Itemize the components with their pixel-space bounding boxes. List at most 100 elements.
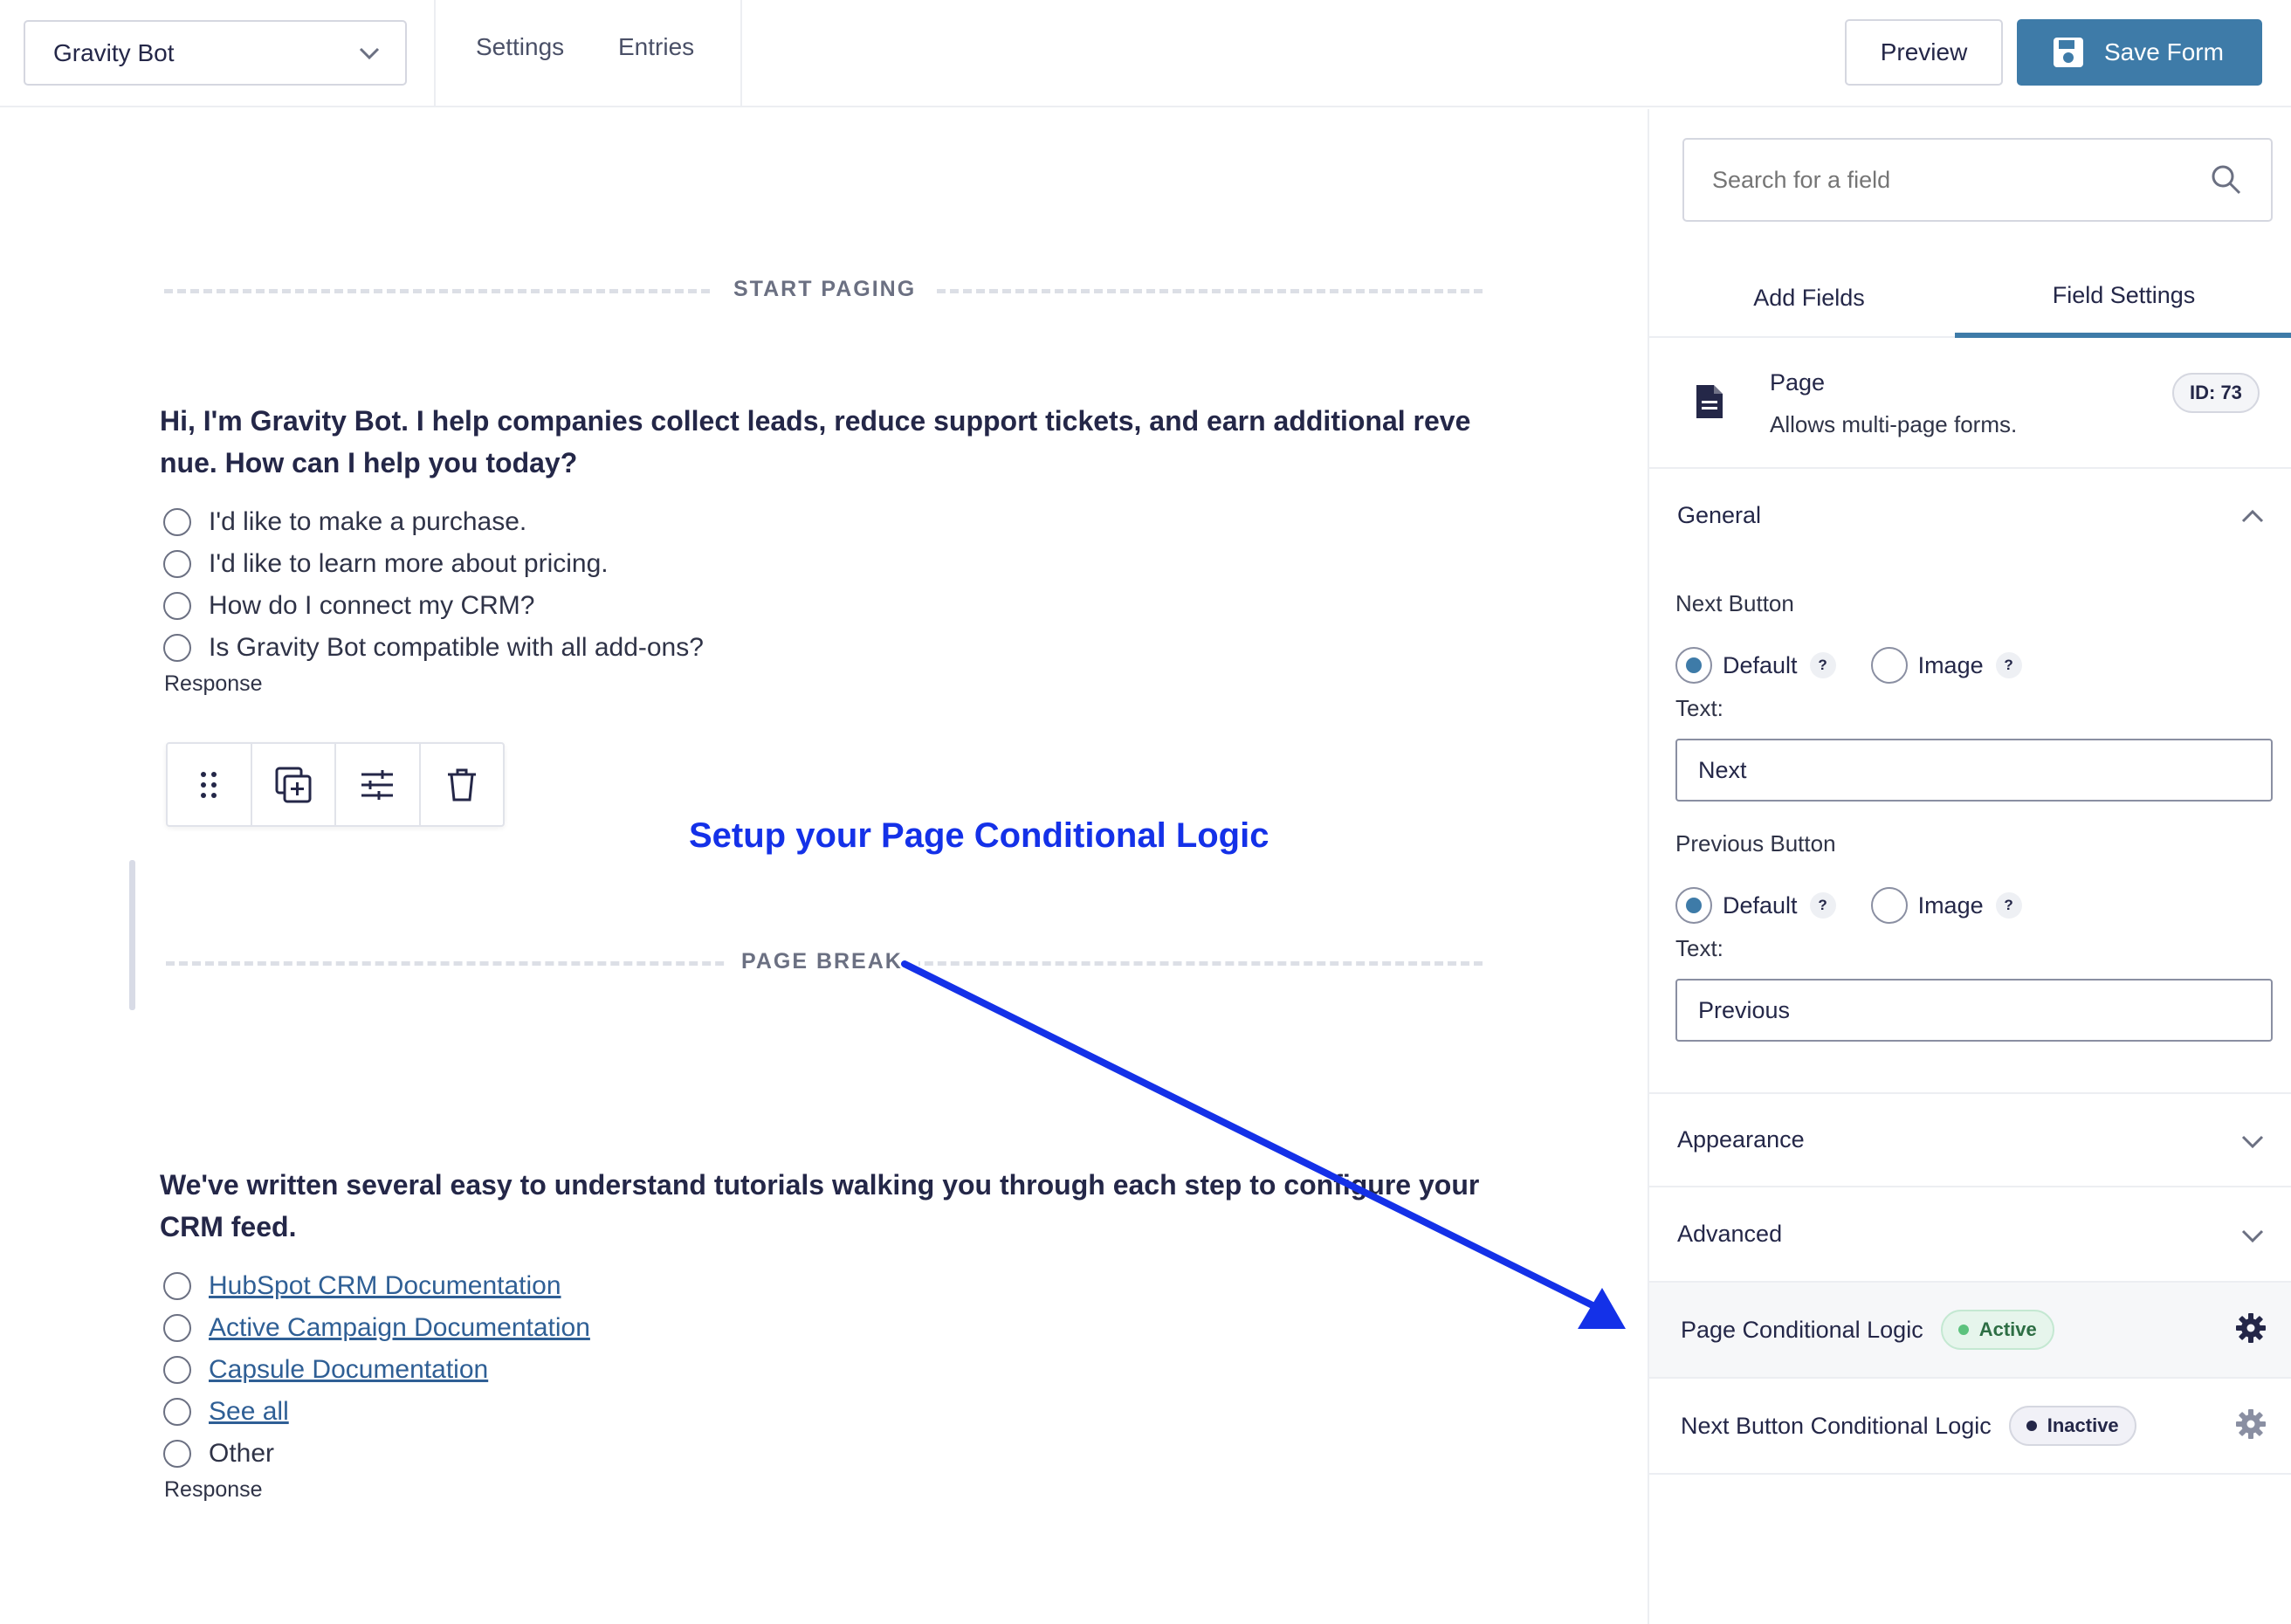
chevron-down-icon[interactable] — [2240, 1227, 2265, 1244]
form-canvas: START PAGING Hi, I'm Gravity Bot. I help… — [0, 109, 1648, 1624]
sliders-icon — [361, 769, 394, 800]
next-button-conditional-logic-row[interactable]: Next Button Conditional Logic Inactive — [1649, 1379, 2291, 1473]
annotation-text: Setup your Page Conditional Logic — [689, 816, 1269, 855]
field-header: Page Allows multi-page forms. ID: 73 — [1649, 338, 2291, 469]
choice-item[interactable]: Active Campaign Documentation — [163, 1313, 590, 1343]
status-badge-active: Active — [1940, 1310, 2054, 1350]
radio-previous-default[interactable] — [1675, 887, 1712, 924]
previous-button-text-input[interactable] — [1675, 979, 2273, 1042]
choice-item[interactable]: See all — [163, 1397, 289, 1427]
field-settings-panel: Add Fields Field Settings Page Allows mu… — [1648, 109, 2291, 1624]
choice-item[interactable]: Other — [163, 1439, 274, 1469]
status-dot — [1957, 1325, 1969, 1335]
save-form-button[interactable]: Save Form — [2017, 19, 2262, 86]
selected-field-indicator — [129, 860, 135, 1010]
form-selector[interactable]: Gravity Bot — [24, 20, 407, 86]
choice-item[interactable]: HubSpot CRM Documentation — [163, 1271, 561, 1301]
field-sublabel: Response — [164, 671, 263, 696]
status-text: Inactive — [2047, 1414, 2119, 1436]
option-label: Image — [1917, 891, 1984, 919]
next-button-options: Default ? Image ? — [1675, 647, 2022, 684]
capsule-docs-link[interactable]: Capsule Documentation — [209, 1355, 488, 1385]
choice-item[interactable]: I'd like to make a purchase. — [163, 507, 526, 537]
start-paging-label: START PAGING — [714, 277, 936, 302]
preview-button[interactable]: Preview — [1845, 19, 2003, 86]
text-label: Text: — [1675, 935, 1723, 961]
duplicate-field-button[interactable] — [252, 744, 336, 825]
radio-circle[interactable] — [163, 1440, 191, 1468]
previous-button-label: Previous Button — [1675, 830, 1836, 857]
radio-circle[interactable] — [163, 1314, 191, 1342]
next-button-label: Next Button — [1675, 590, 1794, 616]
page-conditional-logic-label: Page Conditional Logic — [1681, 1316, 1923, 1343]
field-type-title: Page — [1770, 369, 1826, 396]
tab-add-fields[interactable]: Add Fields — [1649, 258, 1969, 338]
floppy-disk-icon — [2054, 38, 2083, 67]
gear-icon[interactable] — [2235, 1408, 2267, 1440]
choice-item[interactable]: Is Gravity Bot compatible with all add-o… — [163, 633, 704, 663]
appearance-section-title[interactable]: Appearance — [1677, 1126, 1805, 1153]
radio-circle[interactable] — [163, 1356, 191, 1384]
active-campaign-docs-link[interactable]: Active Campaign Documentation — [209, 1313, 590, 1343]
choice-label: I'd like to learn more about pricing. — [209, 549, 609, 578]
radio-circle[interactable] — [163, 634, 191, 662]
radio-next-default[interactable] — [1675, 647, 1712, 684]
status-text: Active — [1978, 1318, 2037, 1340]
search-icon — [2212, 165, 2241, 195]
status-badge-inactive: Inactive — [2008, 1406, 2136, 1446]
question-1-label: Hi, I'm Gravity Bot. I help companies co… — [160, 405, 1471, 478]
choice-label: Is Gravity Bot compatible with all add-o… — [209, 633, 704, 662]
field-settings-button[interactable] — [336, 744, 421, 825]
advanced-section-title[interactable]: Advanced — [1677, 1221, 1782, 1248]
choice-item[interactable]: I'd like to learn more about pricing. — [163, 549, 609, 579]
page-break-label: PAGE BREAK — [726, 949, 918, 974]
document-icon — [1696, 385, 1723, 418]
radio-circle[interactable] — [163, 550, 191, 578]
entries-link[interactable]: Entries — [618, 33, 694, 61]
radio-circle[interactable] — [163, 508, 191, 536]
trash-icon — [447, 768, 476, 801]
delete-field-button[interactable] — [421, 744, 504, 825]
search-field-input[interactable] — [1682, 138, 2273, 222]
help-icon[interactable]: ? — [1809, 652, 1836, 678]
hubspot-docs-link[interactable]: HubSpot CRM Documentation — [209, 1271, 561, 1301]
radio-next-image[interactable] — [1870, 647, 1908, 684]
help-icon[interactable]: ? — [1995, 892, 2022, 919]
help-icon[interactable]: ? — [1995, 652, 2022, 678]
next-button-text-input[interactable] — [1675, 739, 2273, 802]
chevron-up-icon[interactable] — [2240, 507, 2265, 525]
status-dot — [2026, 1421, 2037, 1431]
field-id-badge: ID: 73 — [2172, 373, 2260, 413]
general-section-title[interactable]: General — [1677, 502, 1761, 529]
save-form-label: Save Form — [2104, 38, 2224, 65]
radio-previous-image[interactable] — [1870, 887, 1908, 924]
help-icon[interactable]: ? — [1809, 892, 1836, 919]
option-label: Image — [1917, 651, 1984, 678]
page-conditional-logic-row[interactable]: Page Conditional Logic Active — [1649, 1283, 2291, 1377]
settings-link[interactable]: Settings — [476, 33, 564, 61]
see-all-link[interactable]: See all — [209, 1397, 289, 1427]
form-selector-label: Gravity Bot — [53, 38, 175, 66]
radio-circle[interactable] — [163, 1398, 191, 1426]
choice-label: How do I connect my CRM? — [209, 591, 535, 620]
radio-circle[interactable] — [163, 592, 191, 620]
choice-label: Other — [209, 1439, 275, 1468]
next-button-conditional-logic-label: Next Button Conditional Logic — [1681, 1412, 1992, 1439]
radio-circle[interactable] — [163, 1272, 191, 1300]
tab-field-settings[interactable]: Field Settings — [1955, 258, 2291, 338]
topbar-separator — [434, 0, 436, 107]
drag-dots-icon — [201, 771, 217, 798]
question-2-label: We've written several easy to understand… — [160, 1169, 1480, 1242]
chevron-down-icon[interactable] — [2240, 1132, 2265, 1150]
choice-item[interactable]: How do I connect my CRM? — [163, 591, 534, 621]
topbar-separator — [740, 0, 742, 107]
section-divider — [1649, 1473, 2291, 1475]
choice-label: I'd like to make a purchase. — [209, 507, 527, 536]
option-label: Default — [1723, 651, 1798, 678]
choice-item[interactable]: Capsule Documentation — [163, 1355, 488, 1385]
chevron-down-icon — [359, 47, 380, 60]
gear-icon[interactable] — [2235, 1312, 2267, 1344]
drag-handle[interactable] — [168, 744, 252, 825]
section-divider — [1649, 1186, 2291, 1187]
text-label: Text: — [1675, 695, 1723, 721]
